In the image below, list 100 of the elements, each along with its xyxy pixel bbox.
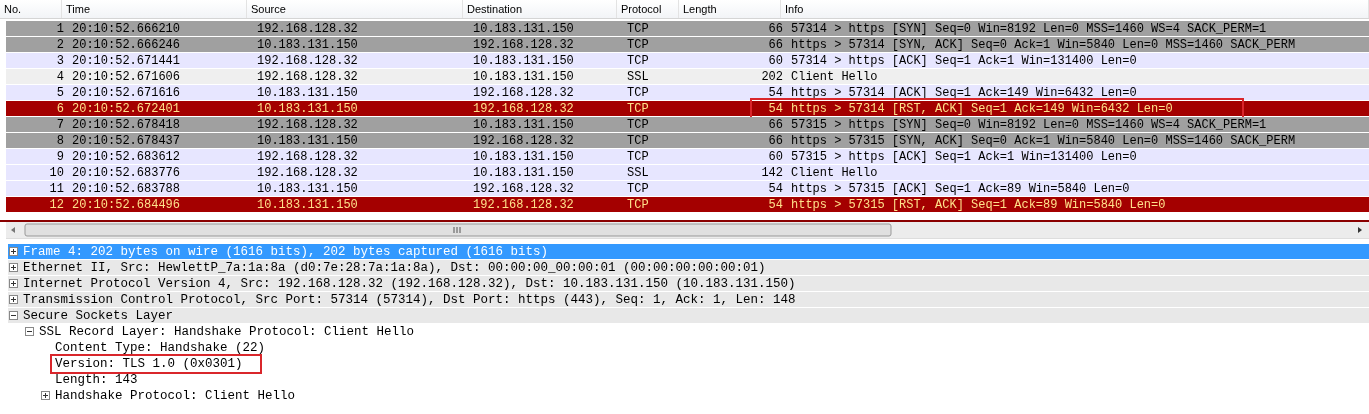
table-cell-text: 57314 > https [SYN] Seq=0 Win=8192 Len=0 MSS=1460 WS=4 SACK_PERM=1 <box>790 21 1268 36</box>
tree-row[interactable]: Ethernet II, Src: HewlettP_7a:1a:8a (d0:7e:28:7a:1a:8a), Dst: 00:00:00_00:00:01 (00:00:00:00:00:01) <box>8 260 1369 275</box>
table-cell-text: TCP <box>626 181 650 196</box>
table-cell-text: 192.168.128.32 <box>256 165 359 180</box>
table-cell-text: 2 <box>55 37 65 52</box>
field-label: Handshake Protocol: Client Hello <box>55 388 296 403</box>
table-cell-text: 20:10:52.671606 <box>71 69 182 84</box>
table-cell-text: 10 <box>48 165 65 180</box>
table-cell-text: 20:10:52.666246 <box>71 37 182 52</box>
table-cell-text: TCP <box>626 53 650 68</box>
table-cell-text: 20:10:52.671441 <box>71 53 182 68</box>
table-cell-text: 60 <box>767 53 784 68</box>
column-header[interactable]: Info <box>781 0 1369 18</box>
table-cell-text: 192.168.128.32 <box>256 21 359 36</box>
table-cell-text: 10.183.131.150 <box>256 181 359 196</box>
packet-row[interactable]: 10 20:10:52.683776 192.168.128.32 10.183.131.150 SSL 142 Client Hello <box>6 165 1369 180</box>
table-cell-text: https > 57314 [SYN, ACK] Seq=0 Ack=1 Win=5840 Len=0 MSS=1460 SACK_PERM <box>790 37 1297 52</box>
table-cell-text: 66 <box>767 21 784 36</box>
column-header[interactable]: Length <box>679 0 781 18</box>
packet-row[interactable]: 11 20:10:52.683788 10.183.131.150 192.168.128.32 TCP 54 https > 57315 [ACK] Seq=1 Ack=89 Win=5840 Len=0 <box>6 181 1369 196</box>
table-cell-text: 10.183.131.150 <box>256 197 359 212</box>
table-cell-text: TCP <box>626 85 650 100</box>
column-header[interactable]: Protocol <box>617 0 679 18</box>
field-label: SSL Record Layer: Handshake Protocol: Client Hello <box>39 324 415 339</box>
tree-row[interactable]: Internet Protocol Version 4, Src: 192.168.128.32 (192.168.128.32), Dst: 10.183.131.150 (10.183.131.150) <box>8 276 1369 291</box>
table-cell-text: 10.183.131.150 <box>256 101 359 116</box>
table-cell-text: 54 <box>767 181 784 196</box>
field-label: Frame 4: 202 bytes on wire (1616 bits), 202 bytes captured (1616 bits) <box>23 244 549 259</box>
table-cell-text: SSL <box>626 69 650 84</box>
highlighted-field-label: Version: TLS 1.0 (0x0301) <box>53 356 259 371</box>
table-cell-text: 142 <box>760 165 784 180</box>
table-cell-text: TCP <box>626 117 650 132</box>
column-header[interactable]: No. <box>0 0 62 18</box>
field-label: Length: 143 <box>55 372 138 387</box>
table-cell-text: Client Hello <box>790 165 879 180</box>
table-cell-text: 192.168.128.32 <box>472 101 575 116</box>
packet-row[interactable]: 3 20:10:52.671441 192.168.128.32 10.183.131.150 TCP 60 57314 > https [ACK] Seq=1 Ack=1 Win=131400 Len=0 <box>6 53 1369 68</box>
table-cell-text: 9 <box>55 149 65 164</box>
table-cell-text: 57315 > https [ACK] Seq=1 Ack=1 Win=131400 Len=0 <box>790 149 1138 164</box>
table-cell-text: 1 <box>55 21 65 36</box>
table-cell-text: 20:10:52.684496 <box>71 197 182 212</box>
table-cell-text: 20:10:52.678418 <box>71 117 182 132</box>
table-cell-text: https > 57315 [SYN, ACK] Seq=0 Ack=1 Win=5840 Len=0 MSS=1460 SACK_PERM <box>790 133 1297 148</box>
table-cell-text: 5 <box>55 85 65 100</box>
collapse-icon[interactable] <box>9 311 18 320</box>
field-label: Internet Protocol Version 4, Src: 192.168.128.32 (192.168.128.32), Dst: 10.183.131.150 (10.183.131.150) <box>23 276 796 291</box>
table-cell-text: 192.168.128.32 <box>472 181 575 196</box>
packet-row[interactable]: 12 20:10:52.684496 10.183.131.150 192.168.128.32 TCP 54 https > 57315 [RST, ACK] Seq=1 Ack=89 Win=5840 Len=0 <box>6 197 1369 212</box>
table-cell-text: 192.168.128.32 <box>256 149 359 164</box>
packet-row[interactable]: 7 20:10:52.678418 192.168.128.32 10.183.131.150 TCP 66 57315 > https [SYN] Seq=0 Win=8192 Len=0 MSS=1460 WS=4 SACK_PERM=1 <box>6 117 1369 132</box>
column-header[interactable]: Time <box>62 0 247 18</box>
table-cell-text: https > 57315 [RST, ACK] Seq=1 Ack=89 Win=5840 Len=0 <box>790 197 1167 212</box>
table-cell-text: 192.168.128.32 <box>472 197 575 212</box>
table-cell-text: 192.168.128.32 <box>256 53 359 68</box>
packet-row[interactable]: 8 20:10:52.678437 10.183.131.150 192.168.128.32 TCP 66 https > 57315 [SYN, ACK] Seq=0 Ack=1 Win=5840 Len=0 MSS=1460 SACK_PERM <box>6 133 1369 148</box>
packet-row[interactable]: 6 20:10:52.672401 10.183.131.150 192.168.128.32 TCP 54 https > 57314 [RST, ACK] Seq=1 Ack=149 Win=6432 Len=0 <box>6 101 1369 116</box>
expand-icon[interactable] <box>9 247 18 256</box>
table-cell-text: 20:10:52.671616 <box>71 85 182 100</box>
expand-icon[interactable] <box>9 279 18 288</box>
column-header[interactable]: Destination <box>463 0 617 18</box>
table-cell-text: 4 <box>55 69 65 84</box>
table-cell-text: 20:10:52.672401 <box>71 101 182 116</box>
field-label: Ethernet II, Src: HewlettP_7a:1a:8a (d0:7e:28:7a:1a:8a), Dst: 00:00:00_00:00:01 (00:00:00:00:00:01) <box>23 260 766 275</box>
table-cell-text: 10.183.131.150 <box>472 69 575 84</box>
packet-row[interactable]: 9 20:10:52.683612 192.168.128.32 10.183.131.150 TCP 60 57315 > https [ACK] Seq=1 Ack=1 Win=131400 Len=0 <box>6 149 1369 164</box>
tree-row[interactable]: Transmission Control Protocol, Src Port: 57314 (57314), Dst Port: https (443), Seq: 1, Ack: 1, Len: 148 <box>8 292 1369 307</box>
field-label: Secure Sockets Layer <box>23 308 174 323</box>
packet-row[interactable]: 1 20:10:52.666210 192.168.128.32 10.183.131.150 TCP 66 57314 > https [SYN] Seq=0 Win=8192 Len=0 MSS=1460 WS=4 SACK_PERM=1 <box>6 21 1369 36</box>
table-cell-text: https > 57315 [ACK] Seq=1 Ack=89 Win=5840 Len=0 <box>790 181 1131 196</box>
table-cell-text: TCP <box>626 101 650 116</box>
expand-icon[interactable] <box>41 391 50 400</box>
collapse-icon[interactable] <box>25 327 34 336</box>
table-cell-text: 192.168.128.32 <box>472 37 575 52</box>
packet-row[interactable]: 2 20:10:52.666246 10.183.131.150 192.168.128.32 TCP 66 https > 57314 [SYN, ACK] Seq=0 Ack=1 Win=5840 Len=0 MSS=1460 SACK_PERM <box>6 37 1369 52</box>
tree-row[interactable]: Secure Sockets Layer <box>8 308 1369 323</box>
table-cell-text: 10.183.131.150 <box>472 53 575 68</box>
column-header[interactable]: Source <box>247 0 463 18</box>
table-cell-text: 10.183.131.150 <box>472 21 575 36</box>
table-cell-text: 20:10:52.666210 <box>71 21 182 36</box>
table-cell-text: 66 <box>767 37 784 52</box>
table-cell-text: 192.168.128.32 <box>472 85 575 100</box>
table-cell-text: TCP <box>626 149 650 164</box>
table-cell-text: 192.168.128.32 <box>472 133 575 148</box>
packet-row[interactable]: 4 20:10:52.671606 192.168.128.32 10.183.131.150 SSL 202 Client Hello <box>6 69 1369 84</box>
table-cell-text: SSL <box>626 165 650 180</box>
field-label: Content Type: Handshake (22) <box>55 340 266 355</box>
table-cell-text: 12 <box>48 197 65 212</box>
table-cell-text: 3 <box>55 53 65 68</box>
table-cell-text: 10.183.131.150 <box>256 85 359 100</box>
expand-icon[interactable] <box>9 263 18 272</box>
expand-icon[interactable] <box>9 295 18 304</box>
table-cell-text: 10.183.131.150 <box>472 117 575 132</box>
table-cell-text: https > 57314 [RST, ACK] Seq=1 Ack=149 Win=6432 Len=0 <box>790 101 1174 116</box>
table-cell-text: TCP <box>626 37 650 52</box>
table-cell-text: 54 <box>767 197 784 212</box>
table-cell-text: TCP <box>626 21 650 36</box>
table-cell-text: 60 <box>767 149 784 164</box>
table-cell-text: 11 <box>48 181 65 196</box>
table-cell-text: 66 <box>767 117 784 132</box>
table-cell-text: 57315 > https [SYN] Seq=0 Win=8192 Len=0 MSS=1460 WS=4 SACK_PERM=1 <box>790 117 1268 132</box>
